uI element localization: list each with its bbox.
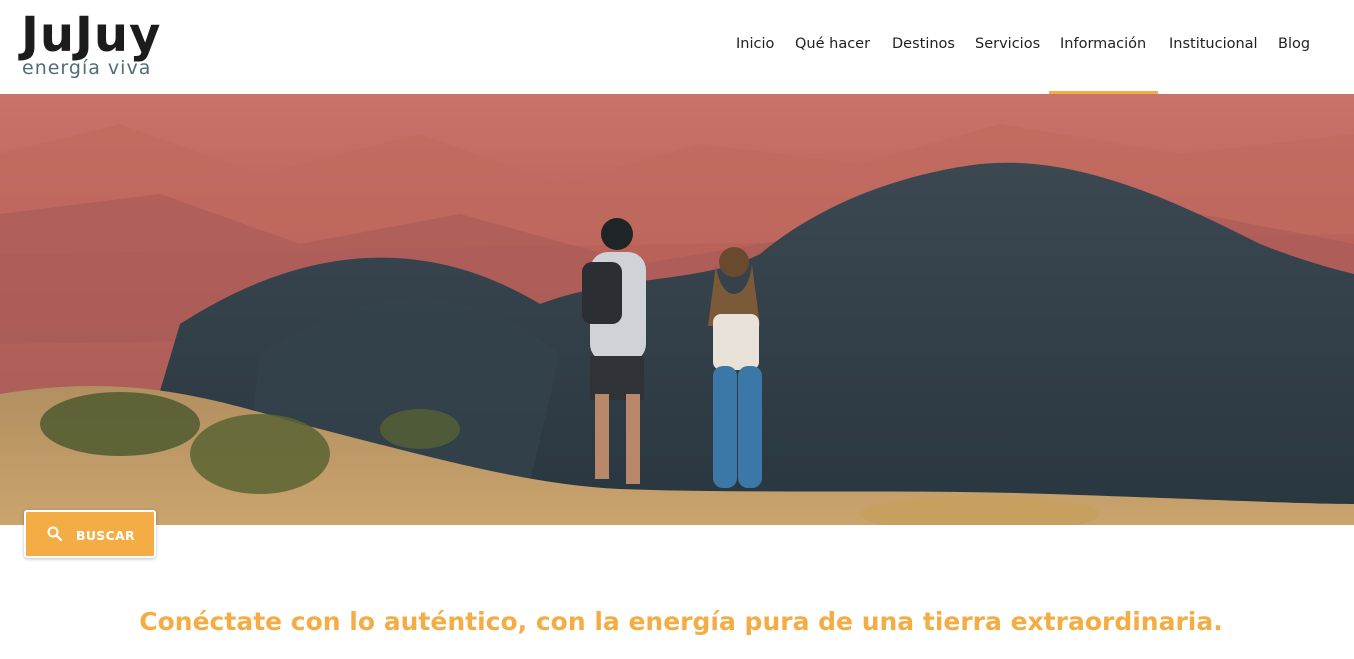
site-header: JuJuy energía viva Inicio Qué hacer Dest…	[0, 0, 1354, 94]
nav-item-destinos[interactable]: Destinos	[892, 36, 955, 52]
search-button-label: BUSCAR	[76, 528, 135, 543]
site-logo[interactable]: JuJuy energía viva	[21, 7, 191, 80]
nav-item-institucional[interactable]: Institucional	[1169, 36, 1258, 52]
nav-item-informacion[interactable]: Información	[1060, 36, 1146, 52]
logo-subtitle: energía viva	[22, 57, 152, 79]
hero-illustration	[0, 94, 1354, 525]
search-button[interactable]: BUSCAR	[24, 510, 156, 558]
nav-item-inicio[interactable]: Inicio	[736, 36, 774, 52]
hero-image	[0, 94, 1354, 525]
nav-item-servicios[interactable]: Servicios	[975, 36, 1040, 52]
search-icon	[47, 526, 63, 542]
logo-title: JuJuy	[21, 7, 162, 63]
nav-item-que-hacer[interactable]: Qué hacer	[795, 36, 870, 52]
page: JuJuy energía viva Inicio Qué hacer Dest…	[0, 0, 1354, 659]
tagline: Conéctate con lo auténtico, con la energ…	[139, 607, 1223, 636]
nav-item-blog[interactable]: Blog	[1278, 36, 1310, 52]
